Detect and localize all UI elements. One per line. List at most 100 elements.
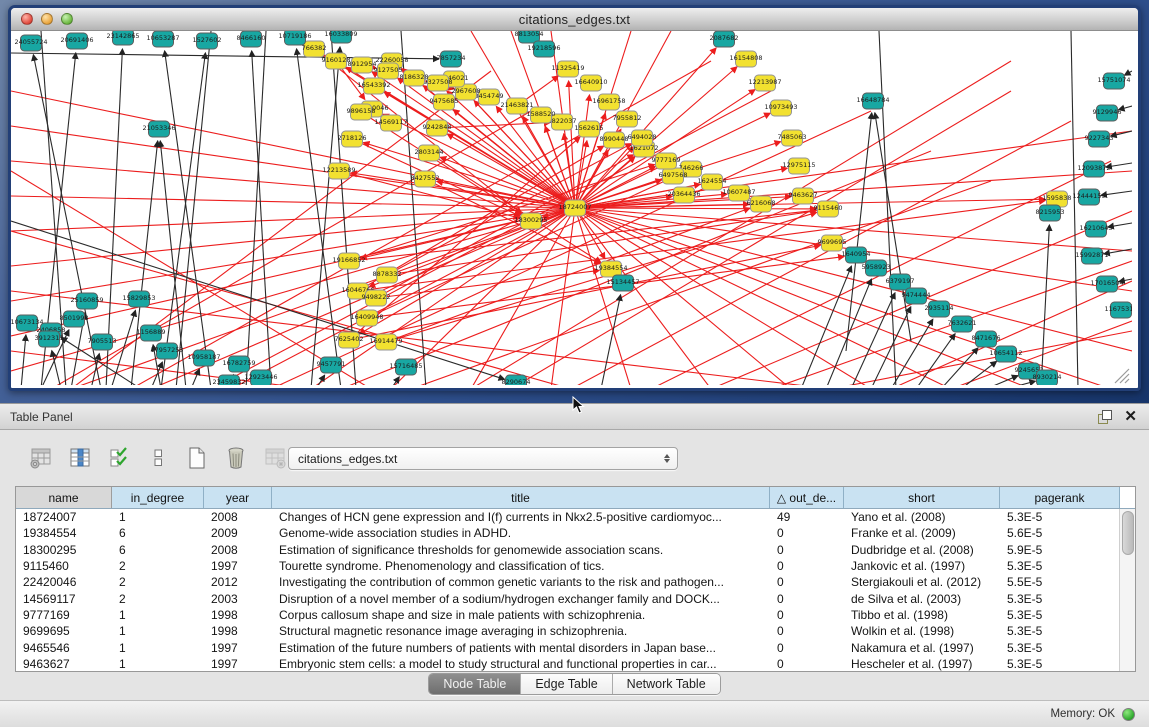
graph-node[interactable]: 16961758 <box>592 94 625 110</box>
network-window-titlebar[interactable]: citations_edges.txt <box>11 8 1138 31</box>
graph-node[interactable]: 8878332 <box>373 267 402 283</box>
table-row[interactable]: 911546021997Tourette syndrome. Phenomeno… <box>16 558 1120 574</box>
graph-node[interactable]: 9896158 <box>347 104 376 120</box>
tab-node-table[interactable]: Node Table <box>429 674 520 694</box>
graph-node[interactable]: 9463627 <box>789 188 818 204</box>
table-row[interactable]: 946362711997Embryonic stem cells: a mode… <box>16 656 1120 672</box>
graph-node[interactable]: 8427552 <box>411 171 440 187</box>
graph-node[interactable]: 2803144 <box>415 145 444 161</box>
graph-node[interactable]: 20691406 <box>60 33 93 49</box>
graph-node[interactable]: 9127505 <box>374 63 403 79</box>
graph-node[interactable]: 15992871 <box>1075 248 1108 264</box>
graph-node[interactable]: 1527602 <box>193 33 222 49</box>
graph-node[interactable]: 7955812 <box>613 111 642 127</box>
graph-node[interactable]: 9115460 <box>814 201 843 217</box>
graph-node[interactable]: 8990448 <box>600 132 629 148</box>
close-window-button[interactable] <box>21 13 33 25</box>
graph-node[interactable]: 9475685 <box>430 94 459 110</box>
graph-node[interactable]: 8930214 <box>1033 370 1062 385</box>
graph-node[interactable]: 10958187 <box>187 350 220 366</box>
graph-node[interactable]: 16782759 <box>222 356 255 372</box>
graph-node[interactable]: 12975115 <box>782 158 815 174</box>
table-row[interactable]: 1830029562008Estimation of significance … <box>16 542 1120 558</box>
graph-node[interactable]: 11675312 <box>1104 302 1132 318</box>
minimize-window-button[interactable] <box>41 13 53 25</box>
graph-node[interactable]: 1562615 <box>575 121 604 137</box>
graph-node[interactable]: 14569117 <box>374 115 407 131</box>
graph-node[interactable]: 7857234 <box>437 51 466 67</box>
graph-node[interactable]: 8215953 <box>1036 205 1065 221</box>
graph-node[interactable]: 9160128 <box>322 53 351 69</box>
graph-node[interactable]: 15134457 <box>606 275 639 291</box>
column-header-title[interactable]: title <box>272 487 770 508</box>
graph-node[interactable]: 8466160 <box>237 31 266 47</box>
graph-node[interactable]: 9699695 <box>818 235 847 251</box>
graph-node[interactable]: 7905513 <box>88 334 117 350</box>
graph-node[interactable]: 19166852 <box>332 253 365 269</box>
column-pair-button[interactable] <box>145 445 171 471</box>
graph-node[interactable]: 7625402 <box>335 332 364 348</box>
column-header-year[interactable]: year <box>204 487 272 508</box>
graph-node[interactable]: 10654112 <box>989 346 1022 362</box>
table-row[interactable]: 1938455462009Genome-wide association stu… <box>16 525 1120 541</box>
graph-node[interactable]: 2718126 <box>338 131 367 147</box>
column-header-pagerank[interactable]: pagerank <box>1000 487 1120 508</box>
column-header-in_degree[interactable]: in_degree <box>112 487 204 508</box>
row-select-button[interactable] <box>106 445 132 471</box>
column-header-out_de[interactable]: △ out_de... <box>770 487 844 508</box>
maximize-window-button[interactable] <box>61 13 73 25</box>
graph-node[interactable]: 9227343 <box>1085 131 1114 147</box>
graph-node[interactable]: 17016504 <box>1090 276 1123 292</box>
graph-node[interactable]: 9242848 <box>423 120 452 136</box>
graph-node[interactable]: 23142865 <box>106 31 139 45</box>
canvas-resize-grip[interactable] <box>1115 369 1129 383</box>
graph-node[interactable]: 1640954 <box>842 247 871 263</box>
graph-node[interactable]: 6216068 <box>747 196 776 212</box>
tab-edge-table[interactable]: Edge Table <box>520 674 611 694</box>
graph-node[interactable]: 6494028 <box>628 130 657 146</box>
graph-node[interactable]: 1156889 <box>137 325 166 341</box>
graph-node[interactable]: 23459832 <box>212 375 245 385</box>
graph-node[interactable]: 1588520 <box>527 107 556 123</box>
graph-node[interactable]: 6497568 <box>659 168 688 184</box>
graph-node[interactable]: 12213987 <box>748 75 781 91</box>
graph-node[interactable]: 1624554 <box>698 174 727 190</box>
graph-node[interactable]: 15716485 <box>389 359 422 375</box>
graph-node[interactable]: 16640910 <box>574 75 607 91</box>
graph-node[interactable]: 20364436 <box>667 187 700 203</box>
column-header-short[interactable]: short <box>844 487 1000 508</box>
table-selector-dropdown[interactable]: citations_edges.txt <box>288 447 678 470</box>
graph-node[interactable]: 5958923 <box>862 260 891 276</box>
table-row[interactable]: 2242004622012Investigating the contribut… <box>16 574 1120 590</box>
graph-node[interactable]: 2087682 <box>710 31 739 47</box>
new-column-button[interactable] <box>184 445 210 471</box>
graph-node[interactable]: 8186328 <box>400 70 429 86</box>
graph-node[interactable]: 12923446 <box>244 370 277 385</box>
graph-node[interactable]: 16154808 <box>729 51 762 67</box>
network-canvas[interactable]: 1872400716154808122139871097349374850631… <box>11 31 1132 385</box>
graph-node[interactable]: 8290674 <box>502 375 531 385</box>
graph-node[interactable]: 9498222 <box>362 290 391 306</box>
network-view-window[interactable]: citations_edges.txt 18724007161548081221… <box>8 5 1141 391</box>
table-row[interactable]: 1456911722003Disruption of a novel membe… <box>16 590 1120 606</box>
scrollbar-thumb[interactable] <box>1122 511 1134 555</box>
table-vertical-scrollbar[interactable] <box>1119 509 1135 671</box>
table-mode-button[interactable] <box>28 445 54 471</box>
graph-node[interactable]: 21053346 <box>142 121 175 137</box>
graph-node[interactable]: 7632621 <box>948 316 977 332</box>
graph-node[interactable]: 9777169 <box>652 153 681 169</box>
graph-node[interactable]: 16914479 <box>369 334 402 350</box>
graph-node[interactable]: 9474444 <box>902 288 931 304</box>
graph-node[interactable]: 8501998 <box>60 311 89 327</box>
tab-network-table[interactable]: Network Table <box>612 674 720 694</box>
graph-node[interactable]: 9129946 <box>1093 105 1122 121</box>
graph-node[interactable]: 19218596 <box>527 41 560 57</box>
graph-node[interactable]: 15751074 <box>1097 73 1130 89</box>
graph-node[interactable]: 12213589 <box>322 163 355 179</box>
float-panel-icon[interactable] <box>1098 410 1112 424</box>
graph-node[interactable]: 8912954 <box>348 57 377 73</box>
graph-node[interactable]: 8471676 <box>972 331 1001 347</box>
column-header-name[interactable]: name <box>16 487 112 508</box>
delete-table-button[interactable] <box>262 445 288 471</box>
delete-column-button[interactable] <box>223 445 249 471</box>
